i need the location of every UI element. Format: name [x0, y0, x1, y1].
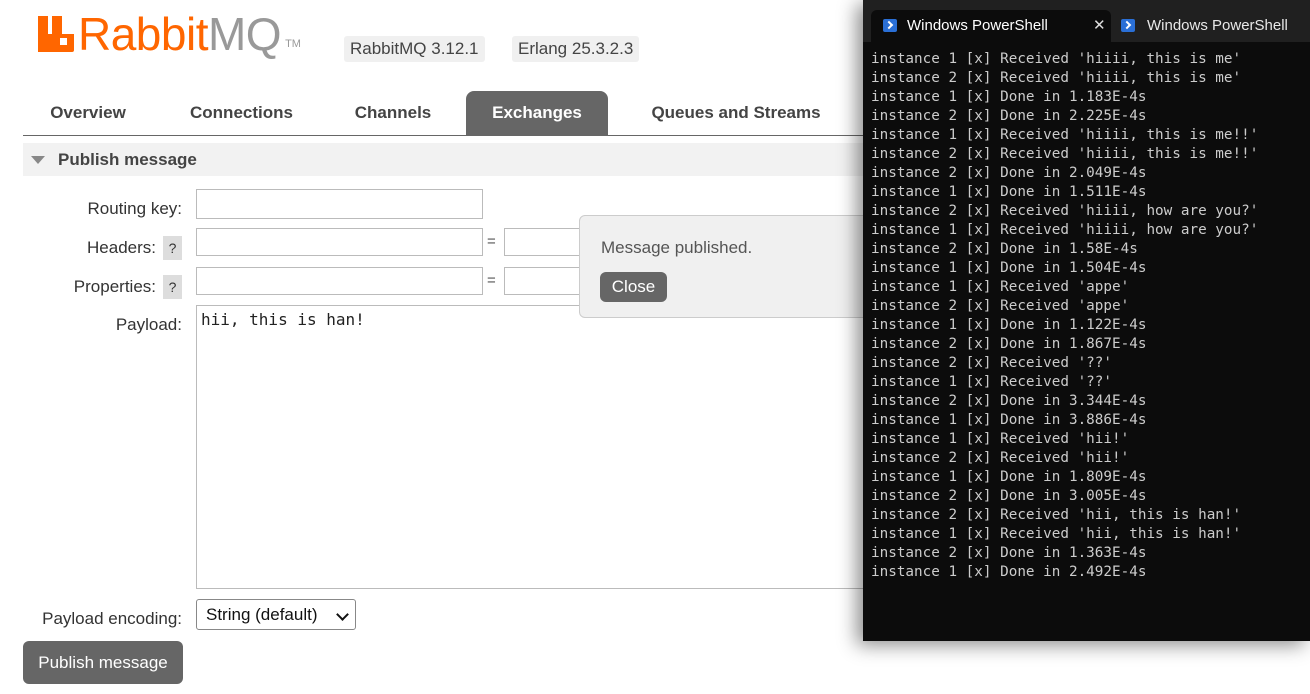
- message-published-popup: Message published. Close: [579, 215, 879, 318]
- tab-queues-and-streams[interactable]: Queues and Streams: [626, 91, 846, 135]
- routing-key-label: Routing key:: [87, 199, 183, 218]
- payload-encoding-label: Payload encoding:: [42, 609, 182, 628]
- headers-label: Headers:: [87, 238, 156, 257]
- terminal-line: instance 1 [x] Received '??': [871, 374, 1113, 390]
- logo-text: RabbitMQ: [78, 8, 282, 60]
- powershell-icon: [883, 19, 897, 32]
- powershell-window: Windows PowerShell ✕ Windows PowerShell …: [863, 0, 1310, 641]
- header-value-input[interactable]: [504, 228, 584, 256]
- rabbitmq-logo[interactable]: RabbitMQ TM: [38, 8, 301, 60]
- terminal-line: instance 1 [x] Done in 1.122E-4s: [871, 317, 1147, 333]
- section-title: Publish message: [58, 150, 197, 169]
- terminal-tab-bar: Windows PowerShell ✕ Windows PowerShell: [863, 0, 1310, 42]
- terminal-line: instance 2 [x] Received 'hiiii, this is …: [871, 70, 1242, 86]
- terminal-line: instance 1 [x] Done in 1.183E-4s: [871, 89, 1147, 105]
- header-key-input[interactable]: [196, 228, 483, 256]
- close-tab-icon[interactable]: ✕: [1093, 10, 1106, 42]
- tab-exchanges[interactable]: Exchanges: [466, 91, 608, 135]
- terminal-line: instance 1 [x] Done in 1.504E-4s: [871, 260, 1147, 276]
- rabbitmq-logo-icon: [38, 16, 74, 52]
- terminal-line: instance 2 [x] Done in 3.005E-4s: [871, 488, 1147, 504]
- tab-connections[interactable]: Connections: [168, 91, 315, 135]
- popup-close-button[interactable]: Close: [600, 272, 667, 302]
- terminal-tab-1[interactable]: Windows PowerShell ✕: [871, 10, 1111, 42]
- property-equals-sign: =: [487, 272, 496, 289]
- terminal-line: instance 2 [x] Received 'hiiii, how are …: [871, 203, 1259, 219]
- terminal-line: instance 2 [x] Received 'hii, this is ha…: [871, 507, 1242, 523]
- routing-key-input[interactable]: [196, 189, 483, 219]
- powershell-icon: [1121, 19, 1135, 32]
- terminal-line: instance 2 [x] Done in 2.049E-4s: [871, 165, 1147, 181]
- popup-message: Message published.: [601, 238, 753, 257]
- rabbitmq-version-badge: RabbitMQ 3.12.1: [344, 36, 485, 62]
- logo-trademark: TM: [285, 38, 301, 50]
- terminal-line: instance 1 [x] Received 'hii!': [871, 431, 1130, 447]
- terminal-line: instance 2 [x] Received 'hiiii, this is …: [871, 146, 1259, 162]
- terminal-output[interactable]: instance 1 [x] Received 'hiiii, this is …: [871, 50, 1258, 582]
- terminal-line: instance 1 [x] Done in 2.492E-4s: [871, 564, 1147, 580]
- terminal-tab-2[interactable]: Windows PowerShell: [1115, 10, 1310, 42]
- terminal-line: instance 1 [x] Received 'appe': [871, 279, 1130, 295]
- terminal-line: instance 2 [x] Received 'hii!': [871, 450, 1130, 466]
- property-value-input[interactable]: [504, 267, 584, 295]
- publish-message-section-header[interactable]: Publish message: [23, 143, 868, 176]
- main-nav-tabs: Overview Connections Channels Exchanges …: [23, 91, 868, 136]
- chevron-down-icon: [336, 608, 349, 621]
- payload-textarea[interactable]: [196, 305, 876, 589]
- properties-help-button[interactable]: ?: [163, 275, 182, 299]
- payload-encoding-select[interactable]: String (default): [196, 599, 356, 630]
- terminal-line: instance 2 [x] Done in 3.344E-4s: [871, 393, 1147, 409]
- erlang-version-badge: Erlang 25.3.2.3: [512, 36, 640, 62]
- terminal-line: instance 1 [x] Done in 1.511E-4s: [871, 184, 1147, 200]
- terminal-line: instance 2 [x] Done in 2.225E-4s: [871, 108, 1147, 124]
- terminal-line: instance 2 [x] Received 'appe': [871, 298, 1130, 314]
- terminal-line: instance 1 [x] Received 'hiiii, this is …: [871, 127, 1259, 143]
- terminal-line: instance 2 [x] Received '??': [871, 355, 1113, 371]
- collapse-triangle-icon: [31, 156, 45, 164]
- payload-label: Payload:: [115, 315, 182, 334]
- terminal-tab-title: Windows PowerShell: [907, 17, 1048, 34]
- property-key-input[interactable]: [196, 267, 483, 295]
- terminal-tab-title: Windows PowerShell: [1147, 17, 1288, 34]
- terminal-line: instance 2 [x] Done in 1.363E-4s: [871, 545, 1147, 561]
- terminal-line: instance 1 [x] Received 'hiiii, how are …: [871, 222, 1259, 238]
- terminal-line: instance 2 [x] Done in 1.58E-4s: [871, 241, 1138, 257]
- properties-label: Properties:: [73, 277, 156, 296]
- terminal-line: instance 1 [x] Done in 1.809E-4s: [871, 469, 1147, 485]
- tab-overview[interactable]: Overview: [23, 91, 153, 135]
- tab-channels[interactable]: Channels: [335, 91, 451, 135]
- headers-help-button[interactable]: ?: [163, 236, 182, 260]
- payload-encoding-value: String (default): [206, 605, 318, 624]
- header-equals-sign: =: [487, 233, 496, 250]
- publish-message-button[interactable]: Publish message: [23, 641, 183, 684]
- terminal-line: instance 1 [x] Received 'hii, this is ha…: [871, 526, 1242, 542]
- terminal-line: instance 1 [x] Done in 3.886E-4s: [871, 412, 1147, 428]
- terminal-line: instance 2 [x] Done in 1.867E-4s: [871, 336, 1147, 352]
- terminal-line: instance 1 [x] Received 'hiiii, this is …: [871, 51, 1242, 67]
